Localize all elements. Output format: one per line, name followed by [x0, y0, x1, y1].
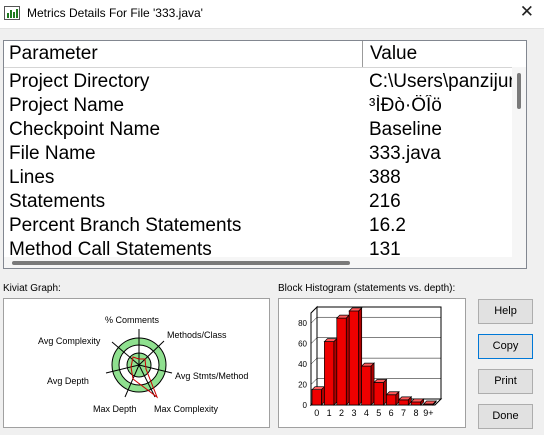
parameter-cell: Percent Branch Statements [9, 215, 242, 236]
histogram-bar [398, 399, 409, 406]
table-row[interactable]: Lines 388 [4, 167, 518, 191]
title-bar: Metrics Details For File '333.java' ✕ [0, 0, 544, 29]
list-header: Parameter Value [4, 41, 526, 68]
table-row[interactable]: Project Directory C:\Users\panzijun [4, 71, 519, 95]
vertical-scroll-thumb[interactable] [517, 73, 521, 109]
histogram-bar [361, 365, 372, 406]
histogram-bar [348, 310, 360, 406]
kiviat-axis-label: Methods/Class [167, 330, 227, 340]
histogram-bar [410, 401, 422, 406]
histogram-x-tick: 3 [351, 408, 356, 418]
histogram-y-tick: 40 [298, 360, 307, 369]
parameter-cell: Project Directory [9, 71, 150, 92]
kiviat-axis-label: % Comments [105, 315, 160, 325]
parameter-cell: File Name [9, 143, 96, 164]
column-header-value[interactable]: Value [370, 43, 417, 65]
value-cell: ³ÌÐò·ÖÎö [369, 95, 442, 116]
print-button[interactable]: Print [478, 369, 533, 394]
kiviat-axis-label: Max Depth [93, 404, 137, 414]
histogram-x-tick: 4 [364, 408, 369, 418]
histogram-x-tick: 2 [339, 408, 344, 418]
horizontal-scrollbar[interactable] [4, 257, 526, 268]
kiviat-svg: % Comments Methods/Class Avg Stmts/Metho… [38, 315, 248, 414]
window-title: Metrics Details For File '333.java' [27, 6, 203, 20]
kiviat-axis-label: Avg Depth [47, 376, 89, 386]
histogram-x-tick: 8 [413, 408, 418, 418]
parameter-cell: Project Name [9, 95, 125, 116]
copy-button[interactable]: Copy [478, 334, 533, 359]
histogram-bar-side [370, 362, 375, 406]
parameter-cell: Statements [9, 191, 106, 212]
value-cell: 16.2 [369, 215, 406, 236]
histogram-bar [386, 394, 397, 406]
histogram-x-tick: 1 [327, 408, 332, 418]
kiviat-graph: % Comments Methods/Class Avg Stmts/Metho… [3, 298, 270, 428]
histogram-bar [324, 341, 335, 406]
column-divider[interactable] [362, 41, 363, 67]
histogram-x-tick: 9+ [423, 408, 433, 418]
parameter-cell: Lines [9, 167, 55, 188]
kiviat-axis-label: Avg Complexity [38, 336, 101, 346]
histogram-bar [311, 389, 322, 406]
histogram-bar [336, 317, 347, 406]
column-header-parameter[interactable]: Parameter [9, 43, 98, 65]
histogram-x-tick: 6 [389, 408, 394, 418]
table-row[interactable]: File Name 333.java [4, 143, 518, 167]
block-histogram: 0 20 40 60 80 0 1 2 3 4 5 6 7 8 9+ [278, 298, 466, 428]
histogram-y-tick: 60 [298, 340, 307, 349]
value-cell: C:\Users\panzijun [369, 71, 519, 92]
kiviat-label: Kiviat Graph: [3, 283, 61, 294]
histogram-x-tick: 5 [376, 408, 381, 418]
histogram-x-tick: 7 [401, 408, 406, 418]
histogram-label: Block Histogram (statements vs. depth): [278, 283, 456, 294]
value-cell: 216 [369, 191, 401, 212]
done-button[interactable]: Done [478, 404, 533, 429]
value-cell: Baseline [369, 119, 442, 140]
app-icon [4, 6, 20, 20]
histogram-bar-side [333, 337, 338, 406]
kiviat-axis-label: Avg Stmts/Method [175, 371, 248, 381]
horizontal-scroll-thumb[interactable] [12, 261, 350, 265]
table-row[interactable]: Project Name ³ÌÐò·ÖÎö [4, 95, 518, 119]
histogram-bar-side [345, 314, 350, 406]
vertical-scrollbar[interactable] [512, 67, 526, 257]
histogram-svg: 0204060800 1 2 3 4 5 6 7 8 9+ [298, 305, 443, 418]
parameter-cell: Checkpoint Name [9, 119, 161, 140]
histogram-bar [373, 382, 384, 406]
histogram-y-tick: 20 [298, 381, 307, 390]
close-icon[interactable]: ✕ [520, 2, 534, 22]
help-button[interactable]: Help [478, 299, 533, 324]
table-row[interactable]: Statements 216 [4, 191, 518, 215]
table-row[interactable]: Percent Branch Statements 16.2 [4, 215, 518, 239]
metrics-list[interactable]: Parameter Value Project Directory C:\Use… [3, 40, 527, 269]
histogram-x-tick: 0 [314, 408, 319, 418]
value-cell: 388 [369, 167, 401, 188]
histogram-y-tick: 0 [303, 401, 308, 410]
histogram-bar-side [383, 378, 387, 406]
histogram-y-tick: 80 [298, 319, 307, 328]
kiviat-axis-label: Max Complexity [154, 404, 219, 414]
table-row[interactable]: Checkpoint Name Baseline [4, 119, 518, 143]
value-cell: 333.java [369, 143, 441, 164]
histogram-bar-side [321, 385, 325, 406]
